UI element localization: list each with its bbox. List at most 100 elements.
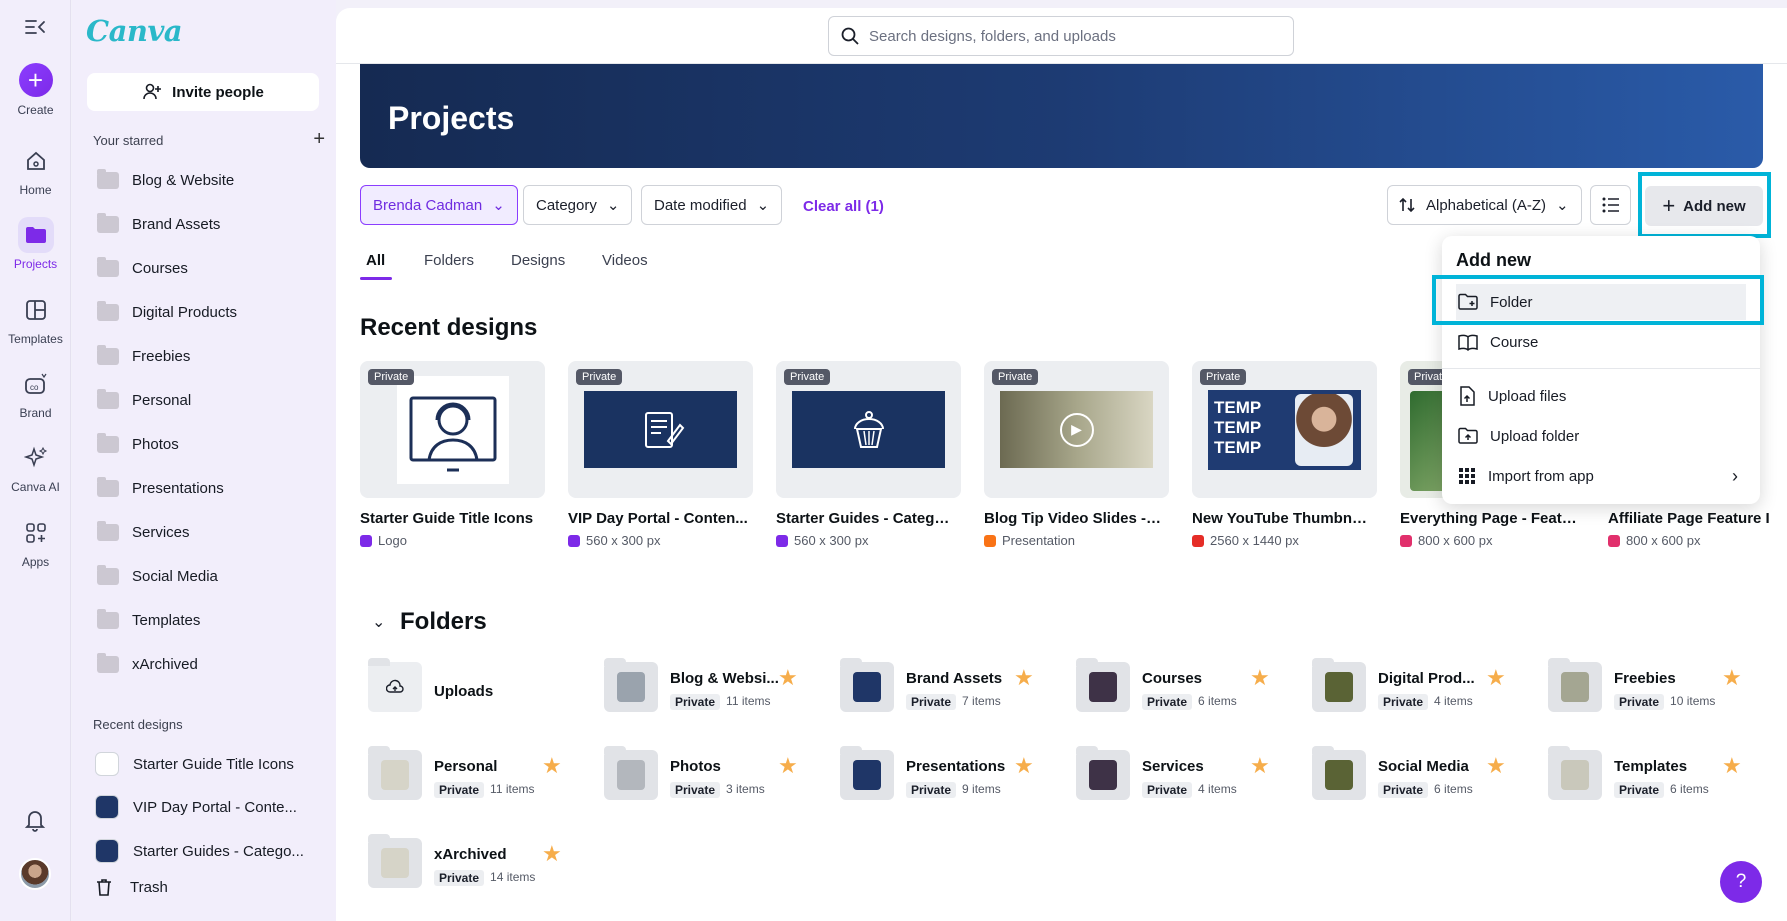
- star-icon[interactable]: ★: [1014, 753, 1034, 779]
- folder-tile[interactable]: Social Media ★ Private 6 items: [1312, 746, 1532, 806]
- folder-tile[interactable]: Services ★ Private 4 items: [1076, 746, 1296, 806]
- instagram-icon: [1608, 534, 1620, 547]
- uploads-folder[interactable]: Uploads: [368, 658, 588, 718]
- star-icon[interactable]: ★: [1250, 753, 1270, 779]
- custom-size-icon: [568, 534, 580, 547]
- page-title: Projects: [388, 100, 515, 136]
- sidebar-folder-item[interactable]: Personal: [97, 386, 191, 414]
- star-icon[interactable]: ★: [1250, 665, 1270, 691]
- add-new-button[interactable]: + Add new: [1645, 186, 1763, 226]
- sidebar-recent-item[interactable]: VIP Day Portal - Conte...: [95, 793, 297, 821]
- chevron-down-icon: ⌄: [1556, 197, 1569, 214]
- folder-tile[interactable]: Digital Prod... ★ Private 4 items: [1312, 658, 1532, 718]
- star-icon[interactable]: ★: [1486, 753, 1506, 779]
- chevron-down-icon: ⌄: [606, 197, 620, 214]
- rail-projects[interactable]: Projects: [0, 217, 71, 271]
- rail-canva-ai[interactable]: Canva AI: [0, 440, 71, 494]
- star-icon[interactable]: ★: [1014, 665, 1034, 691]
- trash-icon: [97, 879, 111, 896]
- menu-item-upload-files[interactable]: Upload files: [1456, 378, 1746, 414]
- collapse-folders-icon[interactable]: ⌄: [372, 612, 385, 632]
- folder-icon: [368, 746, 422, 800]
- folder-tile[interactable]: Blog & Websi... ★ Private 11 items: [604, 658, 824, 718]
- sidebar-folder-item[interactable]: Presentations: [97, 474, 224, 502]
- sidebar-folder-item[interactable]: Freebies: [97, 342, 190, 370]
- brand-icon: co: [18, 366, 54, 402]
- folder-icon: [97, 388, 119, 409]
- folder-tile[interactable]: Photos ★ Private 3 items: [604, 746, 824, 806]
- sidebar-folder-item[interactable]: Brand Assets: [97, 210, 220, 238]
- tab-videos[interactable]: Videos: [602, 252, 648, 269]
- chevron-down-icon: ⌄: [492, 197, 505, 214]
- cloud-upload-icon: [386, 679, 404, 693]
- star-icon[interactable]: ★: [542, 753, 562, 779]
- rail-brand[interactable]: co Brand: [0, 366, 71, 420]
- sidebar-folder-item[interactable]: Digital Products: [97, 298, 237, 326]
- sidebar-folder-item[interactable]: xArchived: [97, 650, 198, 678]
- date-modified-filter[interactable]: Date modified ⌄: [641, 185, 783, 225]
- menu-item-import-from-app[interactable]: Import from app ›: [1456, 458, 1746, 494]
- star-icon[interactable]: ★: [778, 665, 798, 691]
- instagram-icon: [1400, 534, 1412, 547]
- collapse-sidebar-icon[interactable]: [24, 18, 46, 36]
- sort-dropdown[interactable]: Alphabetical (A-Z) ⌄: [1387, 185, 1582, 225]
- create-button[interactable]: + Create: [0, 63, 71, 117]
- menu-item-course[interactable]: Course: [1456, 324, 1746, 360]
- folder-icon: [97, 652, 119, 673]
- category-filter[interactable]: Category ⌄: [523, 185, 633, 225]
- folders-title: Folders: [400, 608, 487, 635]
- folder-tile[interactable]: Brand Assets ★ Private 7 items: [840, 658, 1060, 718]
- folder-icon: [97, 476, 119, 497]
- rail-templates[interactable]: Templates: [0, 292, 71, 346]
- search-icon: [841, 27, 859, 45]
- folder-tile[interactable]: Freebies ★ Private 10 items: [1548, 658, 1768, 718]
- tab-folders[interactable]: Folders: [424, 252, 474, 269]
- design-card[interactable]: Private VIP Day Portal - Conten... 560 x…: [568, 361, 755, 548]
- sidebar-folder-item[interactable]: Social Media: [97, 562, 218, 590]
- avatar[interactable]: [19, 858, 51, 890]
- sidebar-folder-item[interactable]: Templates: [97, 606, 200, 634]
- design-card[interactable]: Private Starter Guide Title Icons Logo: [360, 361, 547, 548]
- invite-people-button[interactable]: Invite people: [87, 73, 319, 111]
- star-icon[interactable]: ★: [1722, 665, 1742, 691]
- folder-tile[interactable]: Presentations ★ Private 9 items: [840, 746, 1060, 806]
- search-input[interactable]: Search designs, folders, and uploads: [828, 16, 1294, 56]
- sidebar-folder-item[interactable]: Courses: [97, 254, 188, 282]
- design-card[interactable]: Private Starter Guides - Categor... 560 …: [776, 361, 963, 548]
- list-view-button[interactable]: [1590, 185, 1631, 225]
- owner-filter[interactable]: Brenda Cadman ⌄: [360, 185, 518, 225]
- design-card[interactable]: Private TEMP TEMP TEMP New YouTube Thumb…: [1192, 361, 1379, 548]
- rail-home[interactable]: Home: [0, 143, 71, 197]
- sidebar-recent-item[interactable]: Starter Guide Title Icons: [95, 750, 294, 778]
- design-card[interactable]: Private ▶ Blog Tip Video Slides - 2... P…: [984, 361, 1171, 548]
- chevron-right-icon: ›: [1732, 465, 1738, 486]
- sidebar-trash[interactable]: Trash: [94, 873, 168, 901]
- rail-apps[interactable]: Apps: [0, 515, 71, 569]
- folder-tile[interactable]: Personal ★ Private 11 items: [368, 746, 588, 806]
- bell-icon[interactable]: [24, 808, 46, 837]
- design-thumbnail: [95, 752, 119, 776]
- star-icon[interactable]: ★: [1722, 753, 1742, 779]
- folder-tile[interactable]: xArchived ★ Private 14 items: [368, 834, 588, 894]
- tab-designs[interactable]: Designs: [511, 252, 565, 269]
- notepad-icon: [584, 391, 737, 468]
- folder-tile[interactable]: Courses ★ Private 6 items: [1076, 658, 1296, 718]
- star-icon[interactable]: ★: [1486, 665, 1506, 691]
- design-thumbnail: Private: [776, 361, 961, 498]
- folder-icon: [368, 834, 422, 888]
- sidebar-folder-item[interactable]: Blog & Website: [97, 166, 234, 194]
- sidebar-folder-item[interactable]: Photos: [97, 430, 179, 458]
- canva-logo[interactable]: Canva: [86, 14, 183, 48]
- star-icon[interactable]: ★: [778, 753, 798, 779]
- sidebar-folder-item[interactable]: Services: [97, 518, 190, 546]
- tab-all[interactable]: All: [366, 252, 385, 269]
- help-button[interactable]: ?: [1720, 861, 1762, 903]
- recent-designs-heading: Recent designs: [93, 717, 183, 732]
- sidebar-recent-item[interactable]: Starter Guides - Catego...: [95, 837, 304, 865]
- clear-all-link[interactable]: Clear all (1): [803, 198, 884, 215]
- menu-item-upload-folder[interactable]: Upload folder: [1456, 418, 1746, 454]
- add-starred-icon[interactable]: +: [313, 128, 325, 151]
- design-thumbnail: Private ▶: [984, 361, 1169, 498]
- star-icon[interactable]: ★: [542, 841, 562, 867]
- folder-tile[interactable]: Templates ★ Private 6 items: [1548, 746, 1768, 806]
